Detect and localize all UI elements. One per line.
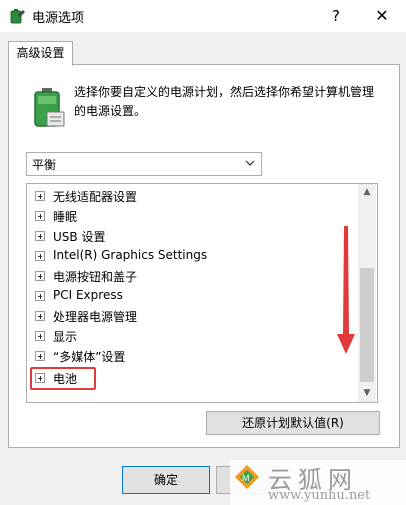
expand-icon[interactable] [35,351,45,361]
scroll-down-arrow-icon[interactable]: ▼ [358,385,376,402]
tree-item-label: 电源按钮和盖子 [53,270,138,284]
tree-item-label: 无线适配器设置 [53,190,138,204]
ok-button[interactable]: 确定 [122,466,210,494]
close-button[interactable]: ✕ [364,3,400,29]
expand-icon[interactable] [35,291,45,301]
tab-advanced-settings[interactable]: 高级设置 [8,41,73,66]
power-options-icon [10,9,25,24]
restore-defaults-button[interactable]: 还原计划默认值(R) [206,411,380,435]
tree-item-label: “多媒体”设置 [53,350,126,364]
tree-item-label: 睡眠 [53,210,78,224]
expand-icon[interactable] [35,271,45,281]
help-button[interactable]: ? [322,3,350,29]
expand-icon[interactable] [35,211,45,221]
vertical-scrollbar[interactable]: ▲ ▼ [358,184,376,402]
tree-item-label: Intel(R) Graphics Settings [53,248,208,262]
title-bar: 电源选项 ? ✕ [0,0,406,32]
expand-icon[interactable] [35,191,45,201]
tree-item-label: PCI Express [53,288,123,302]
expand-icon[interactable] [35,231,45,241]
tree-item-label: 处理器电源管理 [53,310,138,324]
red-arrow-annotation-icon [337,226,355,354]
scroll-up-arrow-icon[interactable]: ▲ [358,184,376,201]
watermark-url: www.yunhu.net [268,488,371,503]
description-text: 选择你要自定义的电源计划，然后选择你希望计算机管理的电源设置。 [74,85,375,118]
battery-highlight-box [30,367,96,390]
power-plan-select[interactable]: 平衡 [26,152,262,176]
battery-icon [34,88,65,127]
tree-item-label: 显示 [53,330,78,344]
tree-item-label: USB 设置 [53,230,106,244]
expand-icon[interactable] [35,311,45,321]
scroll-thumb[interactable] [360,268,374,382]
window-title: 电源选项 [32,11,85,26]
svg-text:M: M [242,473,250,483]
power-plan-value: 平衡 [32,158,57,172]
expand-icon[interactable] [35,331,45,341]
watermark: M 云狐网 www.yunhu.net [230,460,406,505]
expand-icon[interactable] [35,251,45,261]
watermark-logo-icon: M [235,465,259,489]
chevron-down-icon [245,160,255,166]
